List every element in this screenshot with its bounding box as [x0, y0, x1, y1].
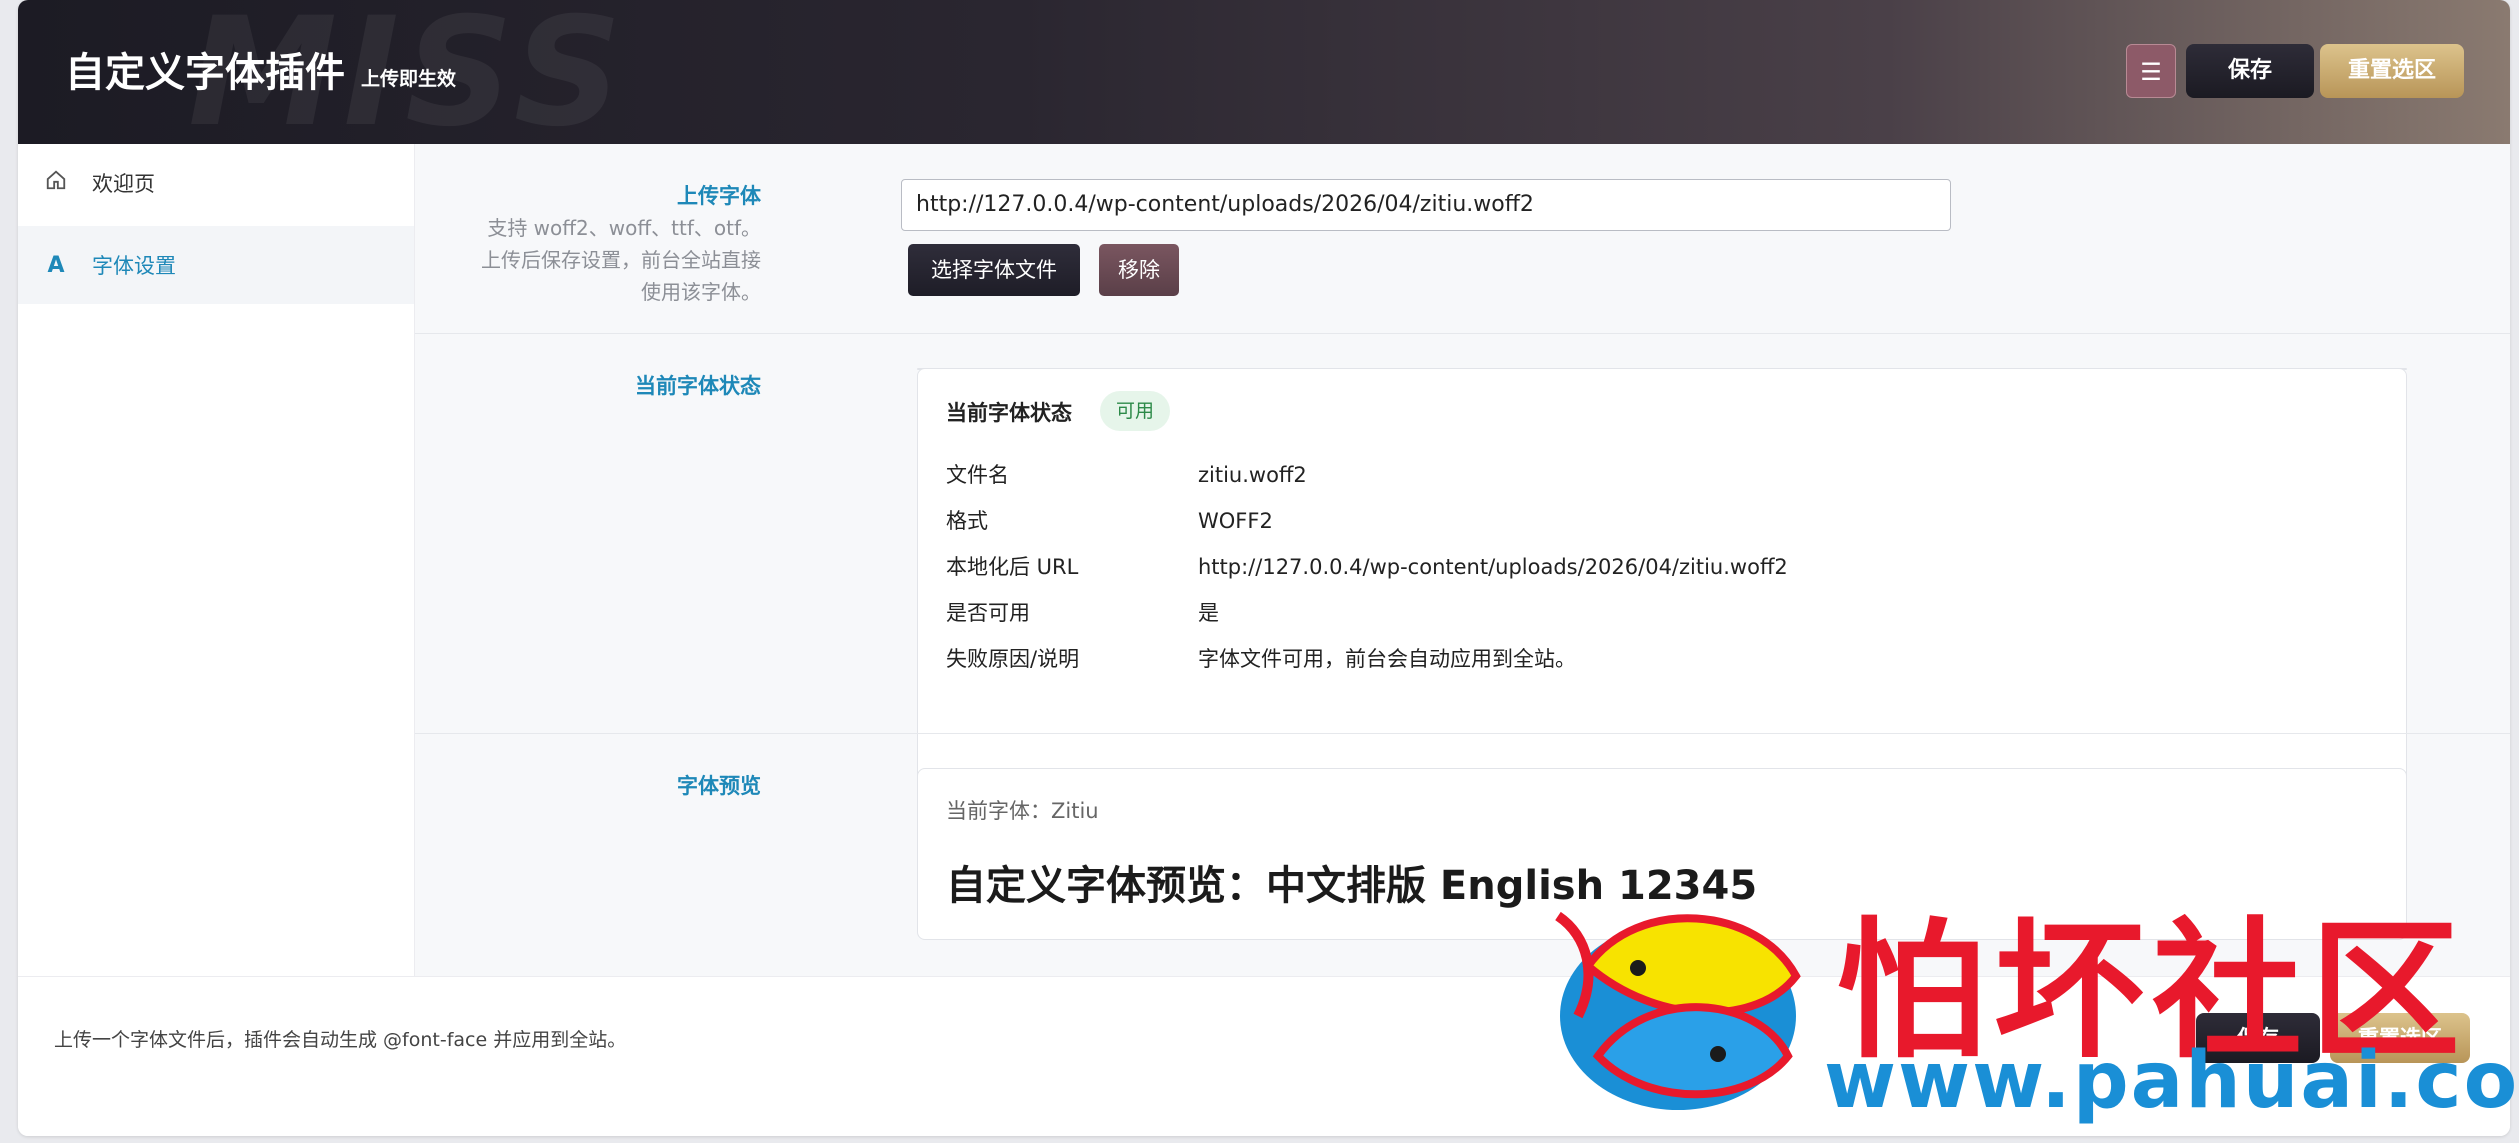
brand-url: www.pahuai.com	[1824, 1036, 2519, 1126]
page-title: 自定义字体插件	[65, 50, 345, 96]
status-key: 本地化后 URL	[946, 555, 1079, 579]
status-value: 字体文件可用，前台会自动应用到全站。	[1198, 647, 1576, 671]
divider	[415, 733, 2510, 734]
font-url-input[interactable]: http://127.0.0.4/wp-content/uploads/2026…	[901, 179, 1951, 231]
status-label: 当前字体状态	[635, 374, 761, 398]
main-content: 上传字体 支持 woff2、woff、ttf、otf。上传后保存设置，前台全站直…	[415, 144, 2510, 976]
status-value: http://127.0.0.4/wp-content/uploads/2026…	[1198, 555, 1788, 579]
status-key: 格式	[946, 509, 988, 533]
preview-current-font: 当前字体：Zitiu	[946, 799, 1099, 823]
sidebar: 欢迎页 A 字体设置	[18, 144, 415, 976]
sidebar-item-welcome[interactable]: 欢迎页	[18, 144, 414, 222]
sidebar-item-font-settings[interactable]: A 字体设置	[18, 226, 414, 304]
status-row: 失败原因/说明 字体文件可用，前台会自动应用到全站。	[946, 643, 2346, 673]
page-subtitle: 上传即生效	[361, 68, 457, 90]
status-card-title: 当前字体状态	[946, 401, 1072, 425]
status-value: WOFF2	[1198, 509, 1273, 533]
status-row: 文件名 zitiu.woff2	[946, 459, 2346, 489]
status-key: 失败原因/说明	[946, 647, 1080, 671]
divider	[415, 333, 2510, 334]
remove-font-button[interactable]: 移除	[1099, 244, 1179, 296]
sidebar-item-label: 欢迎页	[92, 172, 155, 196]
home-icon	[42, 169, 70, 197]
status-key: 文件名	[946, 463, 1009, 487]
reset-button[interactable]: 重置选区	[2320, 44, 2464, 98]
font-icon: A	[47, 252, 65, 278]
fish-logo-icon	[1555, 911, 1801, 1110]
status-key: 是否可用	[946, 601, 1030, 625]
status-row: 本地化后 URL http://127.0.0.4/wp-content/uplo…	[946, 551, 2346, 581]
choose-font-button[interactable]: 选择字体文件	[908, 244, 1080, 296]
footer-note: 上传一个字体文件后，插件会自动生成 @font-face 并应用到全站。	[54, 1029, 627, 1051]
header-bar: MISS 自定义字体插件 上传即生效 ☰ 保存 重置选区	[18, 0, 2510, 160]
save-button[interactable]: 保存	[2186, 44, 2314, 98]
upload-description: 支持 woff2、woff、ttf、otf。上传后保存设置，前台全站直接使用该字…	[481, 216, 761, 304]
status-value: 是	[1198, 601, 1219, 625]
status-row: 是否可用 是	[946, 597, 2346, 627]
status-row: 格式 WOFF2	[946, 505, 2346, 535]
status-value: zitiu.woff2	[1198, 463, 1307, 487]
sidebar-item-label: 字体设置	[92, 254, 176, 278]
status-badge: 可用	[1100, 391, 1171, 431]
preview-label: 字体预览	[677, 774, 761, 798]
upload-label: 上传字体	[677, 184, 761, 208]
site-watermark-logo: 怕坏社区 www.pahuai.com	[1528, 876, 2519, 1126]
menu-icon[interactable]: ☰	[2126, 44, 2176, 98]
